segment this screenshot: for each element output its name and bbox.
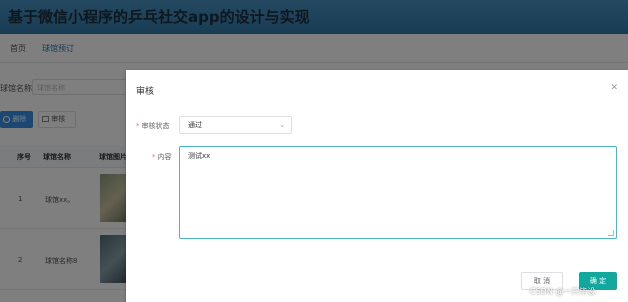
resize-handle[interactable]: [608, 230, 614, 236]
dialog-title: 审核: [136, 87, 155, 97]
status-field-label: * 审核状态: [136, 122, 170, 130]
required-marker: *: [136, 122, 140, 130]
status-select-value: 通过: [188, 121, 202, 129]
chevron-down-icon: ⌄: [279, 121, 285, 129]
required-marker: *: [152, 153, 156, 161]
audit-dialog: 审核 ✕ * 审核状态 通过 ⌄ * 内容 测试xx 取 消 确 定: [126, 70, 628, 302]
content-textarea[interactable]: 测试xx: [179, 146, 617, 239]
watermark: CSDN @一只毕设: [530, 287, 596, 296]
status-select[interactable]: 通过 ⌄: [179, 116, 292, 134]
content-textarea-value: 测试xx: [188, 152, 211, 160]
close-icon[interactable]: ✕: [610, 83, 618, 93]
content-field-label: * 内容: [152, 153, 172, 161]
